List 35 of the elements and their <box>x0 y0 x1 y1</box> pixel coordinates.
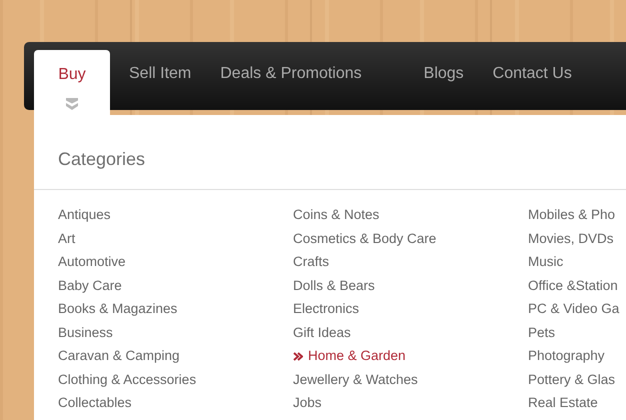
category-link[interactable]: Mobiles & Pho <box>528 206 626 230</box>
category-link[interactable]: Home & Garden <box>293 347 528 370</box>
category-link[interactable]: Cosmetics & Body Care <box>293 230 528 253</box>
category-link[interactable]: Books & Magazines <box>58 300 293 324</box>
nav-tab[interactable]: Deals & Promotions <box>209 50 373 98</box>
category-link[interactable]: Real Estate <box>528 394 626 418</box>
category-link[interactable]: Jobs <box>293 394 528 418</box>
category-link[interactable]: Business <box>58 324 293 347</box>
category-link[interactable]: Photography <box>528 347 626 370</box>
category-link[interactable]: PC & Video Ga <box>528 300 626 324</box>
category-link[interactable]: Crafts <box>293 253 528 276</box>
nav-tab[interactable]: Contact Us <box>482 50 583 98</box>
category-link[interactable]: Antiques <box>58 206 293 230</box>
category-link[interactable]: Baby Care <box>58 276 293 300</box>
category-link[interactable]: Dolls & Bears <box>293 276 528 300</box>
double-chevron-right-icon <box>293 352 303 361</box>
category-link[interactable]: Jewellery & Watches <box>293 370 528 394</box>
category-link[interactable]: Office &Station <box>528 276 626 300</box>
nav-tab[interactable]: Sell Item <box>118 50 202 98</box>
categories-heading: Categories <box>57 148 146 170</box>
category-link[interactable]: Movies, DVDs <box>528 230 626 253</box>
category-link[interactable]: Electronics <box>293 300 528 324</box>
category-link[interactable]: Caravan & Camping <box>58 347 293 370</box>
category-link[interactable]: Music <box>528 253 626 276</box>
category-link[interactable]: Pets <box>528 324 626 347</box>
nav-tab[interactable]: Buy <box>34 50 110 116</box>
category-link[interactable]: Art <box>58 230 293 253</box>
category-link[interactable]: Collectables <box>58 394 293 418</box>
category-link[interactable]: Automotive <box>58 253 293 276</box>
category-link[interactable]: Gift Ideas <box>293 324 528 347</box>
chevron-down-icon <box>65 98 79 110</box>
category-link[interactable]: Coins & Notes <box>293 206 528 230</box>
category-link[interactable]: Pottery & Glas <box>528 370 626 394</box>
nav-tab[interactable]: Blogs <box>412 50 475 98</box>
category-link[interactable]: Clothing & Accessories <box>58 370 293 394</box>
